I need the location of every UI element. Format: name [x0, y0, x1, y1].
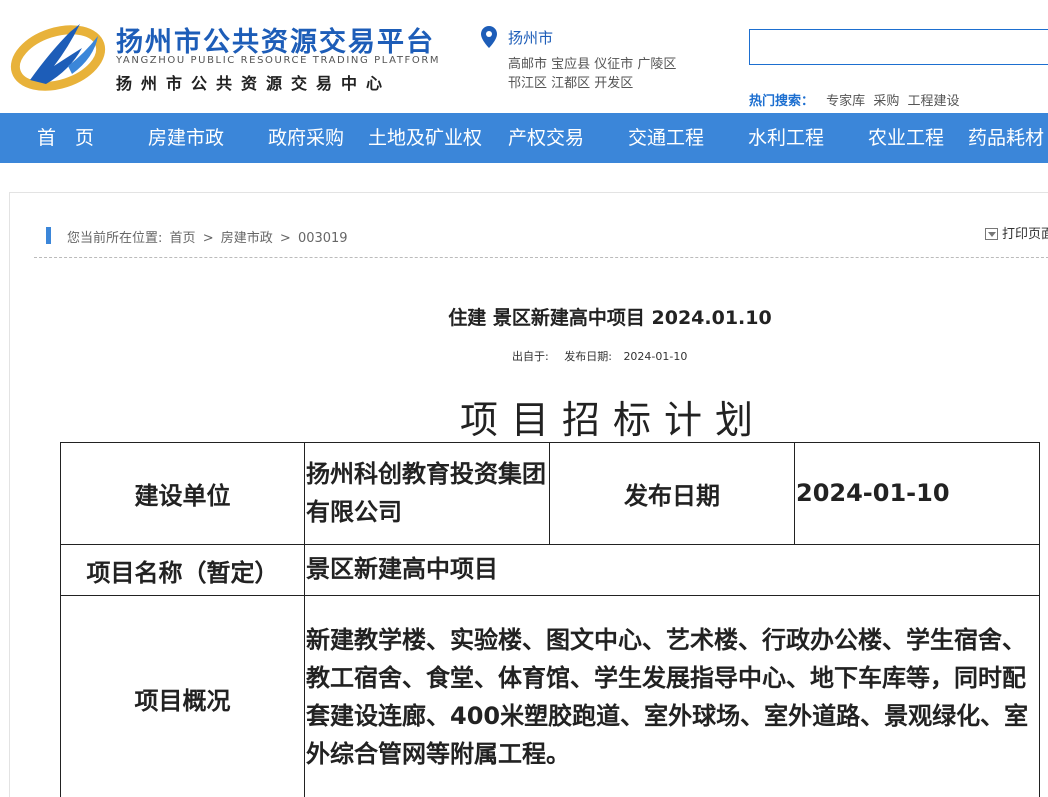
- site-name-english: YANGZHOU PUBLIC RESOURCE TRADING PLATFOR…: [116, 55, 441, 66]
- hot-search-link[interactable]: 专家库: [826, 94, 865, 109]
- current-city[interactable]: 扬州市: [508, 27, 553, 48]
- table-cell-label: 项目名称（暂定）: [60, 544, 305, 596]
- table-cell-label: 发布日期: [549, 442, 795, 545]
- district-links-row-2[interactable]: 邗江区 江都区 开发区: [508, 72, 633, 91]
- hot-search-link[interactable]: 采购: [873, 94, 899, 109]
- publish-date: 2024-01-10: [623, 350, 688, 363]
- nav-item-agriculture[interactable]: 农业工程: [868, 113, 944, 163]
- nav-item-land-mining[interactable]: 土地及矿业权: [368, 113, 482, 163]
- table-cell-value: 新建教学楼、实验楼、图文中心、艺术楼、行政办公楼、学生宿舍、教工宿舍、食堂、体育…: [304, 595, 1040, 797]
- table-row: 项目概况 新建教学楼、实验楼、图文中心、艺术楼、行政办公楼、学生宿舍、教工宿舍、…: [60, 595, 1040, 797]
- breadcrumb-current: 003019: [297, 231, 348, 246]
- print-label: 打印页面: [1002, 227, 1048, 242]
- nav-item-water[interactable]: 水利工程: [748, 113, 824, 163]
- document-heading: 项目招标计划: [460, 398, 767, 442]
- center-name: 扬州市公共资源交易中心: [116, 74, 392, 93]
- divider: [34, 257, 1048, 258]
- breadcrumb: 您当前所在位置: 首页 > 房建市政 > 003019: [67, 227, 351, 246]
- breadcrumb-prefix: 您当前所在位置:: [67, 231, 163, 246]
- breadcrumb-category[interactable]: 房建市政: [221, 231, 273, 246]
- breadcrumb-separator: >: [279, 231, 291, 246]
- search-input[interactable]: [749, 29, 1048, 65]
- breadcrumb-home[interactable]: 首页: [170, 231, 196, 246]
- platform-logo-icon[interactable]: [10, 18, 108, 92]
- hot-search: 热门搜索： 专家库 采购 工程建设: [749, 90, 963, 109]
- hot-search-label: 热门搜索：: [749, 94, 815, 109]
- plan-table: 建设单位 扬州科创教育投资集团有限公司 发布日期 2024-01-10 项目名称…: [60, 442, 1040, 797]
- table-cell-value: 景区新建高中项目: [304, 544, 1040, 596]
- breadcrumb-marker: [46, 227, 51, 244]
- table-cell-label: 项目概况: [60, 595, 305, 797]
- main-nav: 首 页 房建市政 政府采购 土地及矿业权 产权交易 交通工程 水利工程 农业工程…: [0, 113, 1048, 163]
- print-button[interactable]: 打印页面: [985, 223, 1048, 242]
- nav-item-construction[interactable]: 房建市政: [148, 113, 224, 163]
- nav-item-procurement[interactable]: 政府采购: [268, 113, 344, 163]
- nav-item-medicine[interactable]: 药品耗材: [968, 113, 1044, 163]
- table-cell-label: 建设单位: [60, 442, 305, 545]
- nav-item-home[interactable]: 首 页: [37, 113, 94, 163]
- printer-icon: [985, 227, 998, 240]
- hot-search-link[interactable]: 工程建设: [907, 94, 959, 109]
- article-meta: 出自于: 发布日期: 2024-01-10: [512, 348, 699, 364]
- table-row: 项目名称（暂定） 景区新建高中项目: [60, 544, 1040, 596]
- content-panel: 您当前所在位置: 首页 > 房建市政 > 003019 打印页面 住建 景区新建…: [9, 192, 1048, 797]
- nav-item-transport[interactable]: 交通工程: [628, 113, 704, 163]
- nav-item-property[interactable]: 产权交易: [508, 113, 584, 163]
- date-label: 发布日期:: [564, 350, 612, 363]
- table-cell-value: 扬州科创教育投资集团有限公司: [304, 442, 550, 545]
- table-cell-value: 2024-01-10: [794, 442, 1040, 545]
- article-title: 住建 景区新建高中项目 2024.01.10: [448, 307, 772, 329]
- site-name: 扬州市公共资源交易平台: [116, 27, 435, 58]
- district-links-row-1[interactable]: 高邮市 宝应县 仪征市 广陵区: [508, 53, 676, 72]
- location-pin-icon: [481, 26, 497, 48]
- site-header: 扬州市公共资源交易平台 YANGZHOU PUBLIC RESOURCE TRA…: [0, 0, 1048, 113]
- source-label: 出自于:: [512, 350, 549, 363]
- breadcrumb-separator: >: [202, 231, 214, 246]
- table-row: 建设单位 扬州科创教育投资集团有限公司 发布日期 2024-01-10: [60, 442, 1040, 545]
